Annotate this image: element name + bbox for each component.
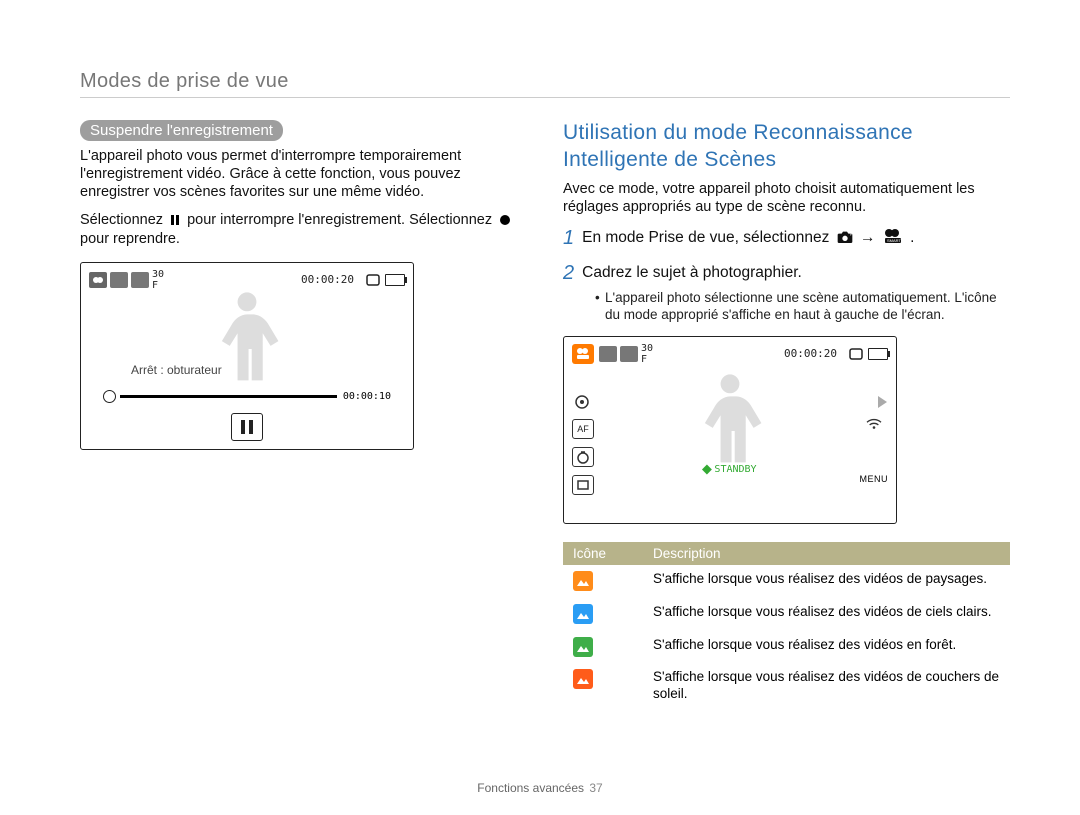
lcd1-top-left-icons: 30F xyxy=(89,269,164,291)
left-paragraph-1: L'appareil photo vous permet d'interromp… xyxy=(80,147,527,201)
page-footer: Fonctions avancées 37 xyxy=(0,781,1080,795)
timeline: 00:00:10 xyxy=(103,390,391,403)
left-paragraph-2: Sélectionnez pour interrompre l'enregist… xyxy=(80,211,527,247)
header-divider xyxy=(80,97,1010,98)
left-column: Suspendre l'enregistrement L'appareil ph… xyxy=(80,120,527,709)
th-icon: Icône xyxy=(563,542,643,565)
pause-button[interactable] xyxy=(231,413,263,441)
table-desc: S'affiche lorsque vous réalisez des vidé… xyxy=(643,631,1010,664)
step-2: 2 Cadrez le sujet à photographier. xyxy=(563,261,1010,286)
quality-icon xyxy=(620,346,638,362)
section-header: Modes de prise de vue xyxy=(80,70,1010,93)
lcd2-right-icons: MENU xyxy=(860,417,889,484)
wifi-icon[interactable] xyxy=(865,417,883,436)
th-desc: Description xyxy=(643,542,1010,565)
step-number-1: 1 xyxy=(563,226,574,251)
fps-icon: 30F xyxy=(641,343,653,365)
landscape-icon xyxy=(573,604,593,624)
table-desc: S'affiche lorsque vous réalisez des vidé… xyxy=(643,663,1010,709)
right-column: Utilisation du mode Reconnaissance Intel… xyxy=(563,120,1010,709)
scene-icon-table: Icône Description S'affiche lorsque vous… xyxy=(563,542,1010,709)
lcd1-timecode: 00:00:20 xyxy=(301,273,354,286)
standby-indicator: STANDBY xyxy=(703,464,756,475)
lcd1-label: Arrêt : obturateur xyxy=(131,363,222,377)
progress-track xyxy=(120,395,337,398)
table-desc: S'affiche lorsque vous réalisez des vidé… xyxy=(643,565,1010,598)
card-icon xyxy=(849,348,865,360)
play-triangle-icon[interactable] xyxy=(878,395,888,413)
timer-off-icon[interactable] xyxy=(572,447,594,467)
card-icon xyxy=(366,274,382,286)
lcd-screenshot-smart: 30F 00:00:20 AF xyxy=(563,336,897,524)
subsection-pill: Suspendre l'enregistrement xyxy=(80,120,283,141)
lcd-screenshot-pause: 30F 00:00:20 Arrêt : obturateur xyxy=(80,262,414,450)
lcd1-bar-time: 00:00:10 xyxy=(343,391,391,402)
record-icon xyxy=(499,214,511,226)
svg-text:SMART: SMART xyxy=(887,238,901,243)
landscape-icon xyxy=(573,637,593,657)
right-title: Utilisation du mode Reconnaissance Intel… xyxy=(563,120,1010,174)
step2-bullet: L'appareil photo sélectionne une scène a… xyxy=(595,290,1010,324)
table-row: S'affiche lorsque vous réalisez des vidé… xyxy=(563,565,1010,598)
lcd1-top-right: 00:00:20 xyxy=(301,273,405,286)
subject-silhouette xyxy=(680,365,780,480)
table-row: S'affiche lorsque vous réalisez des vidé… xyxy=(563,598,1010,631)
menu-icon[interactable]: MENU xyxy=(860,474,889,484)
pause-icon xyxy=(170,214,180,226)
battery-icon xyxy=(868,348,888,360)
size-icon xyxy=(599,346,617,362)
focus-mode-icon xyxy=(573,394,591,410)
subject-silhouette xyxy=(197,283,297,398)
lcd2-left-icons: AF xyxy=(572,393,594,495)
af-icon[interactable]: AF xyxy=(572,419,594,439)
step-number-2: 2 xyxy=(563,261,574,286)
progress-handle xyxy=(103,390,116,403)
display-icon[interactable] xyxy=(572,475,594,495)
table-desc: S'affiche lorsque vous réalisez des vidé… xyxy=(643,598,1010,631)
right-intro: Avec ce mode, votre appareil photo chois… xyxy=(563,180,1010,216)
size-icon xyxy=(110,272,128,288)
standby-dot-icon xyxy=(702,464,712,474)
landscape-icon xyxy=(573,669,593,689)
smart-mode-icon xyxy=(572,344,594,364)
battery-icon xyxy=(385,274,405,286)
fps-icon: 30F xyxy=(152,269,164,291)
quality-icon xyxy=(131,272,149,288)
lcd2-top-right: 00:00:20 xyxy=(784,347,888,360)
camera-icon: v xyxy=(837,230,853,244)
table-row: S'affiche lorsque vous réalisez des vidé… xyxy=(563,663,1010,709)
table-row: S'affiche lorsque vous réalisez des vidé… xyxy=(563,631,1010,664)
mode-icon xyxy=(89,272,107,288)
lcd2-timecode: 00:00:20 xyxy=(784,347,837,360)
landscape-icon xyxy=(573,571,593,591)
smart-video-icon: SMART xyxy=(883,228,903,244)
lcd2-top-left-icons: 30F xyxy=(572,343,653,365)
step-1: 1 En mode Prise de vue, sélectionnez v →… xyxy=(563,226,1010,251)
